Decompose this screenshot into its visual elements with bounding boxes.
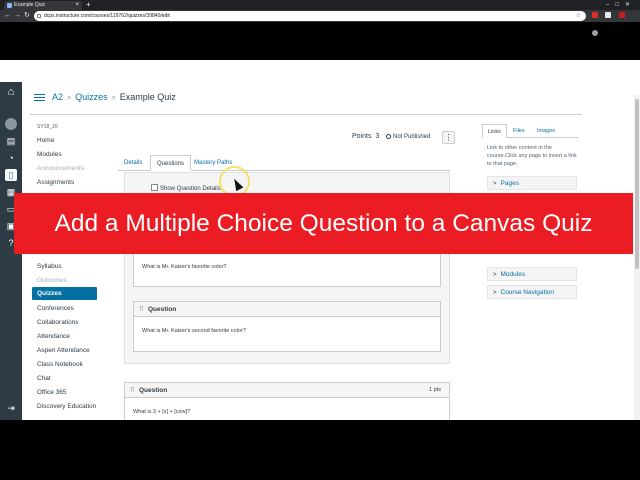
browser-tab-bar: Example Quiz × + –□✕ (0, 0, 640, 10)
chevron-right-icon: > (493, 181, 497, 187)
breadcrumb: A2 > Quizzes > Example Quiz (52, 92, 176, 102)
course-nav-item[interactable]: Class Notebook (37, 361, 83, 368)
header-divider (30, 114, 582, 115)
extension-icon[interactable] (592, 12, 598, 18)
forward-arrow-icon[interactable]: → (14, 10, 21, 22)
tab-files[interactable]: Files (508, 124, 530, 137)
breadcrumb-separator: > (111, 95, 116, 102)
chevron-right-icon: > (493, 272, 497, 278)
breadcrumb-separator: > (67, 95, 72, 102)
lock-icon (37, 14, 41, 18)
course-nav-item[interactable]: Discovery Education (37, 403, 96, 410)
account-avatar-icon[interactable] (5, 118, 17, 130)
publish-status[interactable]: Not Published (386, 134, 430, 140)
section-label: Pages (500, 180, 519, 187)
new-tab-button[interactable]: + (86, 0, 91, 10)
question-text: What is Mr. Kaiser's second favorite col… (142, 328, 246, 334)
show-question-details[interactable]: Show Question Details (151, 184, 221, 192)
tab-details[interactable]: Details (118, 155, 148, 170)
question-header: ⠿ Question 1 pts (125, 383, 449, 398)
profile-avatar-icon[interactable] (592, 30, 598, 36)
course-term: SY18_20 (37, 124, 58, 130)
course-nav-item[interactable]: Quizzes (32, 287, 97, 300)
capitol-logo-icon[interactable]: ⌂ (5, 86, 17, 98)
course-nav-item[interactable]: Aspen Attendance (37, 347, 90, 354)
show-details-label: Show Question Details (160, 186, 221, 192)
chevron-right-icon: > (493, 290, 497, 296)
question-title: Question (148, 306, 177, 313)
question-text: What is Mr. Kaiser's favorite color? (142, 264, 227, 270)
course-nav-item[interactable]: Outcomes (37, 277, 67, 284)
question-card[interactable]: ⠿ Question What is Mr. Kaiser's second f… (133, 301, 441, 352)
page-scrollbar[interactable] (634, 95, 640, 420)
quiz-options-button[interactable]: ⋮ (442, 131, 455, 144)
extensions (592, 12, 640, 36)
hamburger-menu-icon[interactable] (34, 94, 45, 102)
course-nav-item[interactable]: Assignments (37, 179, 74, 186)
points-total: Points 3 (352, 133, 379, 140)
sidebar-section-modules[interactable]: > Modules (487, 267, 577, 281)
courses-icon[interactable]: ▯ (5, 169, 17, 181)
collapse-nav-icon[interactable]: ⇥ (5, 402, 17, 414)
extension-icon[interactable] (605, 12, 612, 18)
bookmark-star-icon[interactable]: ☆ (576, 11, 581, 21)
not-published-icon (386, 134, 391, 139)
course-nav-item[interactable]: Modules (37, 151, 62, 158)
extension-icon[interactable] (618, 12, 625, 18)
url-text: dcps.instructure.com/courses/119762/quiz… (44, 13, 170, 19)
question-header: ⠿ Question (134, 302, 440, 317)
back-arrow-icon[interactable]: ← (4, 10, 11, 22)
sidebar-section-course-navigation[interactable]: > Course Navigation (487, 285, 577, 299)
question-card[interactable]: ⠿ Question 1 pts What is 3 + [x] + [cow]… (124, 382, 450, 420)
title-banner: Add a Multiple Choice Question to a Canv… (14, 193, 633, 254)
tab-links[interactable]: Links (482, 124, 507, 138)
course-nav-item[interactable]: Collaborations (37, 319, 79, 326)
breadcrumb-current: Example Quiz (119, 92, 176, 102)
drag-handle-icon[interactable]: ⠿ (130, 383, 135, 398)
question-title: Question (139, 387, 168, 394)
section-label: Course Navigation (500, 289, 554, 296)
course-nav-item[interactable]: Syllabus (37, 263, 62, 270)
reload-icon[interactable]: ↻ (24, 10, 30, 22)
sidebar-section-pages[interactable]: > Pages (487, 176, 577, 190)
quiz-tabs: Details Questions Mastery Paths (118, 155, 450, 171)
canvas-favicon-icon (7, 3, 12, 8)
course-nav-item[interactable]: Chat (37, 375, 51, 382)
breadcrumb-course[interactable]: A2 (52, 92, 63, 102)
dashboard-icon[interactable]: ◔ (5, 152, 17, 164)
question-text: What is 3 + [x] + [cow]? (133, 409, 191, 415)
section-label: Modules (500, 271, 526, 278)
tab-questions[interactable]: Questions (150, 155, 192, 171)
course-nav-item[interactable]: Home (37, 137, 54, 144)
question-points: 1 pts (429, 387, 441, 393)
admin-icon[interactable]: ▤ (5, 135, 17, 147)
browser-toolbar: ← → ↻ dcps.instructure.com/courses/11976… (0, 10, 640, 36)
tab-images[interactable]: Images (532, 124, 560, 137)
window-controls[interactable]: –□✕ (606, 0, 636, 10)
points-label: Points (352, 133, 372, 140)
address-bar[interactable]: dcps.instructure.com/courses/119762/quiz… (34, 11, 586, 21)
scrollbar-thumb[interactable] (635, 99, 639, 269)
links-help-text: Link to other content in the course.Clic… (487, 145, 577, 167)
content-selector-tabs: Links Files Images (482, 124, 578, 138)
browser-tab-title: Example Quiz (14, 2, 46, 8)
course-nav-item[interactable]: Announcements (37, 165, 84, 172)
course-nav-item[interactable]: Conferences (37, 305, 74, 312)
publish-status-label: Not Published (393, 134, 431, 140)
browser-tab[interactable]: Example Quiz × (4, 1, 82, 10)
points-value: 3 (375, 133, 380, 140)
course-nav-item[interactable]: Office 365 (37, 389, 67, 396)
show-details-checkbox[interactable] (151, 184, 158, 191)
close-tab-icon[interactable]: × (75, 1, 79, 10)
drag-handle-icon[interactable]: ⠿ (139, 302, 144, 317)
course-nav-item[interactable]: Attendance (37, 333, 70, 340)
breadcrumb-quizzes[interactable]: Quizzes (75, 92, 108, 102)
